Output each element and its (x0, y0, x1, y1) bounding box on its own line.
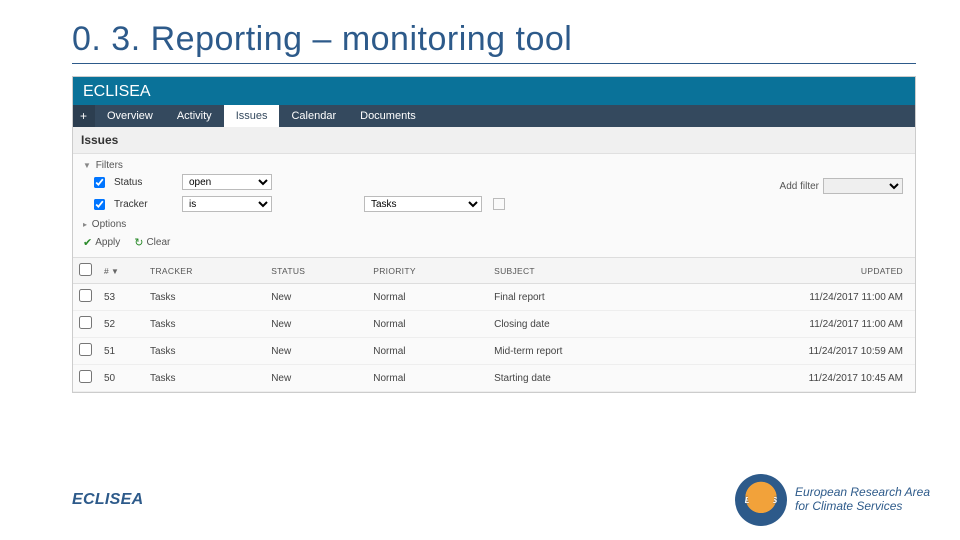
cell-subject[interactable]: Closing date (488, 311, 666, 338)
cell-tracker: Tasks (144, 365, 265, 392)
cell-id[interactable]: 50 (98, 365, 144, 392)
cell-priority: Normal (367, 338, 488, 365)
cell-priority: Normal (367, 311, 488, 338)
table-row[interactable]: 51TasksNewNormalMid-term report11/24/201… (73, 338, 915, 365)
col-tracker[interactable]: Tracker (144, 258, 265, 284)
row-checkbox[interactable] (79, 343, 92, 356)
check-icon: ✔ (83, 236, 92, 249)
row-checkbox[interactable] (79, 370, 92, 383)
col-check[interactable] (73, 258, 98, 284)
table-row[interactable]: 53TasksNewNormalFinal report11/24/2017 1… (73, 284, 915, 311)
tab-overview[interactable]: Overview (95, 105, 165, 127)
filters-label: Filters (96, 160, 123, 171)
add-filter-label: Add filter (780, 181, 819, 192)
col-status[interactable]: Status (265, 258, 367, 284)
col-priority[interactable]: Priority (367, 258, 488, 284)
tab-activity[interactable]: Activity (165, 105, 224, 127)
apply-button[interactable]: ✔ Apply (83, 236, 120, 249)
cell-priority: Normal (367, 365, 488, 392)
apply-label: Apply (95, 237, 120, 248)
add-filter: Add filter (780, 178, 903, 194)
add-filter-select[interactable] (823, 178, 903, 194)
cell-id[interactable]: 53 (98, 284, 144, 311)
cell-status: New (265, 311, 367, 338)
cell-updated: 11/24/2017 10:45 AM (666, 365, 915, 392)
tab-calendar[interactable]: Calendar (279, 105, 348, 127)
filter-tracker-val[interactable]: Tasks (364, 196, 482, 212)
cell-subject[interactable]: Starting date (488, 365, 666, 392)
cell-tracker: Tasks (144, 338, 265, 365)
options-toggle[interactable]: ▸ Options (83, 219, 905, 230)
filter-multi-icon[interactable] (493, 198, 505, 210)
filter-tracker-op[interactable]: is (182, 196, 272, 212)
project-name: ECLISEA (73, 77, 915, 105)
cell-priority: Normal (367, 284, 488, 311)
filter-row-tracker: Tracker is Tasks (83, 193, 905, 215)
clear-button[interactable]: ↻ Clear (134, 236, 170, 249)
cell-updated: 11/24/2017 10:59 AM (666, 338, 915, 365)
tab-new[interactable]: + (73, 105, 95, 127)
col-subject[interactable]: Subject (488, 258, 666, 284)
col-updated[interactable]: Updated (666, 258, 915, 284)
cell-tracker: Tasks (144, 311, 265, 338)
cell-updated: 11/24/2017 11:00 AM (666, 311, 915, 338)
cell-updated: 11/24/2017 11:00 AM (666, 284, 915, 311)
cell-id[interactable]: 51 (98, 338, 144, 365)
slide-footer: ECLISEA ERA4CS European Research Area fo… (0, 474, 960, 526)
tab-documents[interactable]: Documents (348, 105, 428, 127)
reload-icon: ↻ (134, 236, 143, 249)
sort-desc-icon: ▼ (111, 267, 119, 276)
era4cs-logo: ERA4CS (735, 474, 787, 526)
cell-status: New (265, 338, 367, 365)
select-all-checkbox[interactable] (79, 263, 92, 276)
chevron-down-icon: ▼ (83, 161, 91, 170)
cell-tracker: Tasks (144, 284, 265, 311)
col-id[interactable]: #▼ (98, 258, 144, 284)
options-label: Options (92, 219, 126, 230)
table-row[interactable]: 52TasksNewNormalClosing date11/24/2017 1… (73, 311, 915, 338)
row-checkbox[interactable] (79, 316, 92, 329)
chevron-right-icon: ▸ (83, 220, 87, 229)
issues-table: #▼ Tracker Status Priority Subject Updat… (73, 257, 915, 392)
filters-toggle[interactable]: ▼ Filters (83, 160, 905, 171)
page-title: 0. 3. Reporting – monitoring tool (72, 20, 916, 59)
era4cs-text: European Research Area for Climate Servi… (795, 486, 930, 514)
table-row[interactable]: 50TasksNewNormalStarting date11/24/2017 … (73, 365, 915, 392)
footer-project: ECLISEA (72, 491, 143, 509)
row-checkbox[interactable] (79, 289, 92, 302)
tab-bar: + Overview Activity Issues Calendar Docu… (73, 105, 915, 127)
filter-tracker-name: Tracker (114, 199, 174, 210)
clear-label: Clear (146, 237, 170, 248)
filter-status-checkbox[interactable] (94, 176, 105, 187)
cell-subject[interactable]: Mid-term report (488, 338, 666, 365)
pane-title: Issues (73, 127, 915, 154)
filter-tracker-checkbox[interactable] (94, 198, 105, 209)
tab-issues[interactable]: Issues (224, 105, 280, 127)
cell-status: New (265, 365, 367, 392)
filter-status-name: Status (114, 177, 174, 188)
redmine-screenshot: ECLISEA + Overview Activity Issues Calen… (72, 76, 916, 393)
cell-subject[interactable]: Final report (488, 284, 666, 311)
filter-status-op[interactable]: open (182, 174, 272, 190)
cell-id[interactable]: 52 (98, 311, 144, 338)
cell-status: New (265, 284, 367, 311)
